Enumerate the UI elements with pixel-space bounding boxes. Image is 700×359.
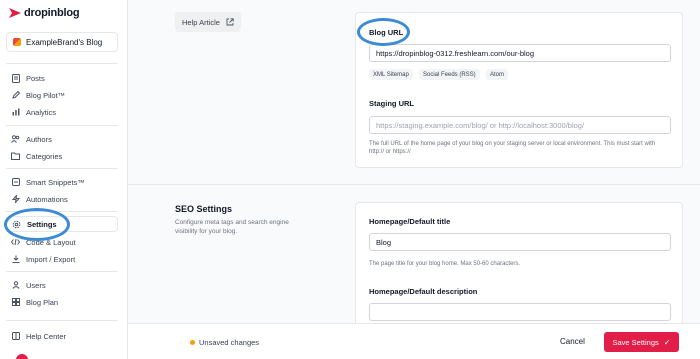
users-icon [11, 135, 20, 144]
sidebar-item-label: Authors [26, 134, 52, 144]
sidebar-item-label: Categories [26, 151, 63, 161]
staging-url-label: Staging URL [369, 99, 414, 108]
homepage-description-label: Homepage/Default description [369, 287, 478, 296]
atom-chip[interactable]: Atom [486, 69, 509, 80]
sidebar-item-smart-snippets[interactable]: Smart Snippets™ [6, 174, 118, 190]
sidebar-divider [6, 125, 118, 126]
blog-url-card: Blog URL https://dropinblog-0312.freshle… [355, 12, 683, 168]
section-divider [128, 184, 700, 185]
document-icon [11, 73, 20, 83]
settings-footer: Unsaved changes Cancel Save Settings ✓ [128, 323, 700, 359]
homepage-title-label: Homepage/Default title [369, 217, 451, 226]
sidebar-item-label: Help Center [26, 331, 67, 341]
seo-card: Homepage/Default title Blog The page tit… [355, 202, 683, 342]
sidebar-item-label: Smart Snippets™ [26, 177, 85, 187]
sidebar-item-label: Automations [26, 194, 68, 204]
sidebar-item-label: Users [26, 280, 46, 290]
grid-icon [11, 298, 20, 307]
chart-icon [11, 108, 20, 117]
sidebar-item-categories[interactable]: Categories [6, 148, 118, 164]
bolt-icon [11, 195, 20, 204]
user-icon [11, 281, 20, 290]
gear-icon [12, 220, 21, 229]
book-icon [11, 332, 20, 341]
brand-selector-label: ExampleBrand's Blog [26, 37, 103, 47]
sidebar-item-label: Blog Plan [26, 297, 59, 307]
sidebar-item-users[interactable]: Users [6, 277, 118, 293]
cancel-button[interactable]: Cancel [560, 337, 585, 346]
seo-section-description: Configure meta tags and search engine vi… [175, 219, 289, 235]
sidebar-divider [6, 271, 118, 272]
save-settings-button[interactable]: Save Settings ✓ [604, 332, 679, 352]
sidebar-item-import-export[interactable]: Import / Export [6, 251, 118, 267]
homepage-description-input[interactable] [369, 303, 671, 321]
settings-panel: Help Article Blog URL https://dropinblog… [128, 0, 700, 342]
xml-sitemap-chip[interactable]: XML Sitemap [369, 69, 413, 80]
external-link-icon [226, 18, 234, 26]
code-icon [11, 238, 20, 247]
seo-section-title: SEO Settings [175, 204, 233, 214]
blog-url-label: Blog URL [369, 28, 404, 37]
logo-text: dropinblog [24, 7, 80, 19]
sidebar: dropinblog ExampleBrand's Blog Posts Blo… [0, 0, 128, 359]
avatar[interactable] [16, 354, 28, 359]
staging-url-help: The full URL of the home page of your bl… [369, 141, 656, 155]
brand-selector[interactable]: ExampleBrand's Blog [6, 32, 118, 52]
sidebar-item-authors[interactable]: Authors [6, 131, 118, 147]
folder-icon [11, 152, 20, 161]
sidebar-divider [6, 320, 118, 321]
snippet-icon [11, 178, 20, 187]
sidebar-item-label: Code & Layout [26, 237, 76, 247]
pen-icon [11, 91, 20, 100]
sidebar-divider [6, 211, 118, 212]
sidebar-item-label: Settings [27, 219, 57, 229]
sidebar-divider [6, 63, 118, 64]
unsaved-indicator-dot [190, 340, 195, 345]
sidebar-item-code-layout[interactable]: Code & Layout [6, 234, 118, 250]
sidebar-item-analytics[interactable]: Analytics [6, 104, 118, 120]
sidebar-item-label: Blog Pilot™ [26, 90, 66, 100]
blog-url-input[interactable]: https://dropinblog-0312.freshlearn.com/o… [369, 44, 671, 62]
sidebar-item-blog-pilot[interactable]: Blog Pilot™ [6, 87, 118, 103]
help-article-button[interactable]: Help Article [175, 12, 241, 32]
sidebar-item-help-center[interactable]: Help Center [6, 328, 118, 344]
save-settings-label: Save Settings [612, 337, 659, 347]
social-feeds-chip[interactable]: Social Feeds (RSS) [419, 69, 480, 80]
homepage-title-input[interactable]: Blog [369, 233, 671, 251]
sidebar-item-label: Analytics [26, 107, 57, 117]
sidebar-item-label: Posts [26, 73, 45, 83]
homepage-title-help: The page title for your blog home. Max 5… [369, 261, 521, 267]
logo-mark-icon [9, 8, 21, 18]
sidebar-divider [6, 168, 118, 169]
sidebar-item-automations[interactable]: Automations [6, 191, 118, 207]
staging-url-input[interactable]: https://staging.example.com/blog/ or htt… [369, 116, 671, 134]
help-article-label: Help Article [182, 17, 220, 27]
brand-icon [13, 38, 21, 46]
download-icon [11, 255, 20, 264]
sidebar-item-settings[interactable]: Settings [6, 216, 118, 232]
unsaved-changes-label: Unsaved changes [199, 338, 260, 347]
logo[interactable]: dropinblog [9, 7, 80, 19]
sidebar-item-label: Import / Export [26, 254, 76, 264]
sidebar-item-blog-plan[interactable]: Blog Plan [6, 294, 118, 310]
check-icon: ✓ [663, 337, 671, 347]
sidebar-item-posts[interactable]: Posts [6, 70, 118, 86]
